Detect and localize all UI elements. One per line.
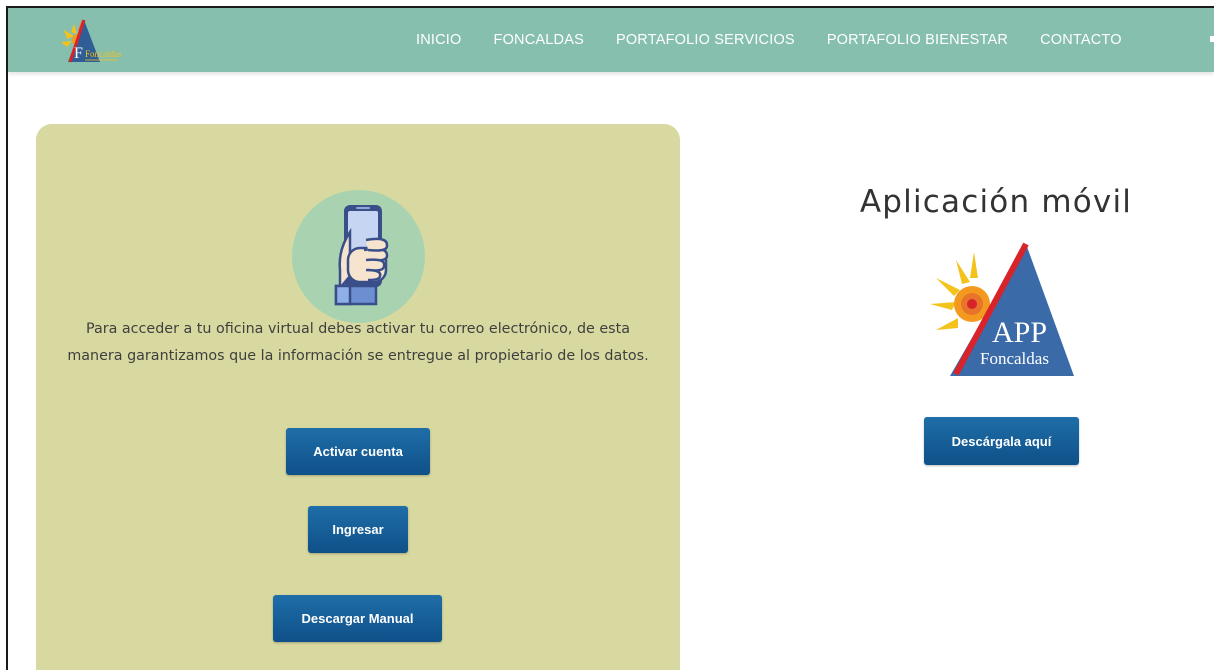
virtual-office-panel: Para acceder a tu oficina virtual debes … — [36, 124, 680, 670]
activate-account-button[interactable]: Activar cuenta — [286, 428, 430, 475]
nav-item-portafolio-bienestar[interactable]: PORTAFOLIO BIENESTAR — [811, 32, 1024, 48]
download-app-button[interactable]: Descárgala aquí — [924, 417, 1079, 465]
nav-overflow-indicator — [1210, 36, 1214, 42]
logo-initial: F — [74, 45, 83, 62]
sun-icon — [930, 252, 990, 330]
mobile-app-title: Aplicación móvil — [859, 184, 1133, 220]
login-button[interactable]: Ingresar — [308, 506, 408, 553]
download-manual-button[interactable]: Descargar Manual — [273, 595, 442, 642]
app-foncaldas-logo[interactable]: APP Foncaldas — [926, 238, 1076, 382]
nav-item-contacto[interactable]: CONTACTO — [1024, 32, 1122, 48]
phone-illustration-circle — [292, 190, 425, 323]
nav-item-foncaldas[interactable]: FONCALDAS — [478, 32, 600, 48]
activation-instructions: Para acceder a tu oficina virtual debes … — [67, 321, 649, 364]
app-logo-subtitle: Foncaldas — [980, 349, 1049, 368]
nav-item-portafolio-servicios[interactable]: PORTAFOLIO SERVICIOS — [600, 32, 811, 48]
logo-text: Foncaldas — [85, 49, 122, 59]
top-navbar: F Foncaldas INICIO FONCALDAS PORTAFOLIO … — [8, 8, 1214, 72]
foncaldas-logo[interactable]: F Foncaldas — [58, 16, 148, 64]
hand-holding-phone-icon — [334, 205, 389, 306]
main-nav: INICIO FONCALDAS PORTAFOLIO SERVICIOS PO… — [400, 8, 1122, 72]
page-frame: F Foncaldas INICIO FONCALDAS PORTAFOLIO … — [6, 6, 1214, 670]
nav-item-inicio[interactable]: INICIO — [400, 32, 478, 48]
app-logo-title: APP — [992, 316, 1047, 349]
